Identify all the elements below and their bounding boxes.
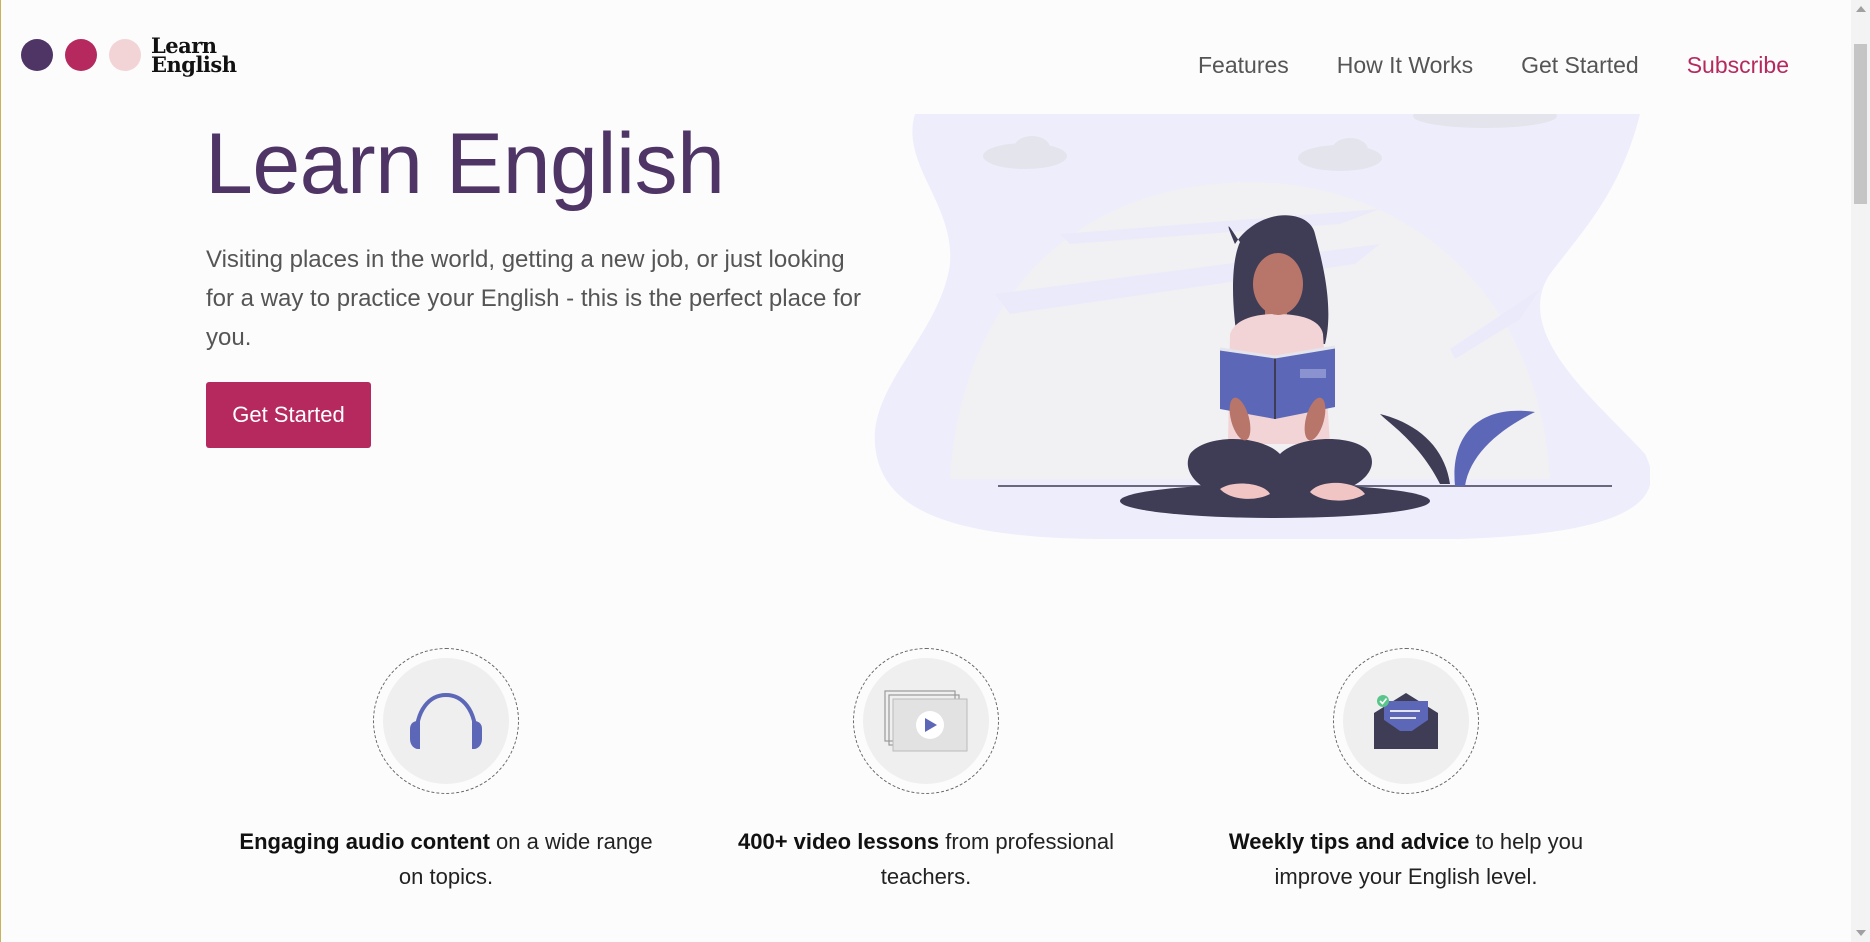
logo[interactable]: Learn English (21, 35, 237, 75)
feature-video-icon-bg (863, 658, 989, 784)
logo-dot-pink (109, 39, 141, 71)
nav-link-features[interactable]: Features (1198, 52, 1289, 79)
page-edge (0, 0, 1, 942)
feature-video-title: 400+ video lessons (737, 829, 940, 854)
logo-dot-purple (21, 39, 53, 71)
logo-text: Learn English (151, 35, 237, 77)
feature-audio-icon-bg (383, 658, 509, 784)
feature-tips-icon-bg (1343, 658, 1469, 784)
headphones-icon (410, 692, 482, 749)
logo-dot-magenta (65, 39, 97, 71)
nav-link-get-started[interactable]: Get Started (1521, 52, 1639, 79)
site-header: Learn English Features How It Works Get … (0, 0, 1851, 115)
envelope-icon (1374, 693, 1438, 749)
scroll-up-arrow-icon[interactable] (1856, 6, 1866, 12)
hero-description: Visiting places in the world, getting a … (206, 246, 861, 351)
scrollbar-thumb[interactable] (1854, 44, 1867, 204)
feature-audio: Engaging audio content on a wide range o… (236, 648, 656, 894)
feature-audio-text: Engaging audio content on a wide range o… (236, 824, 656, 894)
logo-text-line2: English (151, 52, 237, 77)
scroll-down-arrow-icon[interactable] (1856, 930, 1866, 936)
get-started-button[interactable]: Get Started (206, 382, 371, 448)
woman-reading-book-illustration (874, 114, 1650, 539)
main-nav: Features How It Works Get Started Subscr… (1198, 52, 1789, 79)
feature-video-icon-ring (853, 648, 999, 794)
feature-tips-icon-ring (1333, 648, 1479, 794)
feature-tips: Weekly tips and advice to help you impro… (1196, 648, 1616, 894)
feature-video: 400+ video lessons from professional tea… (716, 648, 1136, 894)
vertical-scrollbar[interactable] (1851, 0, 1870, 942)
nav-link-how-it-works[interactable]: How It Works (1337, 52, 1473, 79)
video-play-icon (884, 690, 968, 752)
feature-audio-title: Engaging audio content (239, 829, 490, 854)
hero-title: Learn English (205, 116, 725, 212)
feature-tips-text: Weekly tips and advice to help you impro… (1196, 824, 1616, 894)
feature-video-text: 400+ video lessons from professional tea… (716, 824, 1136, 894)
feature-audio-icon-ring (373, 648, 519, 794)
feature-tips-title: Weekly tips and advice (1228, 829, 1470, 854)
nav-link-subscribe[interactable]: Subscribe (1687, 52, 1789, 79)
